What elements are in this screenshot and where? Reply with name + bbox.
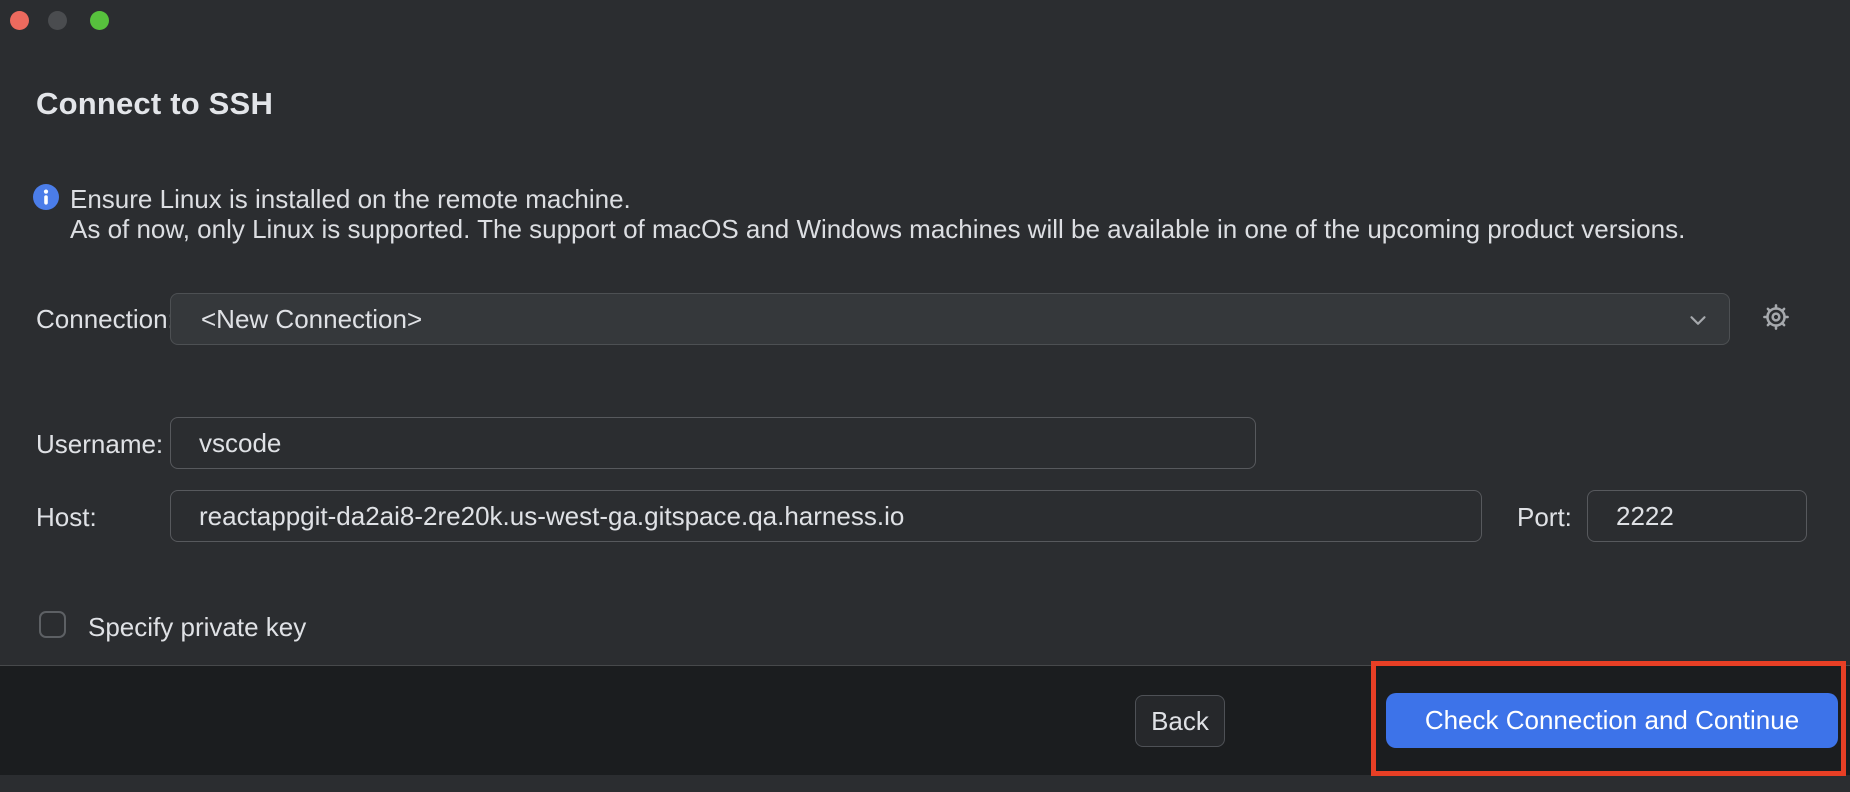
port-label: Port: [1517,502,1572,533]
zoom-button[interactable] [90,11,109,30]
host-input[interactable] [170,490,1482,542]
close-button[interactable] [10,11,29,30]
chevron-down-icon [1685,307,1711,340]
host-label: Host: [36,502,97,533]
connection-label: Connection: [36,304,175,335]
notice-line-2: As of now, only Linux is supported. The … [70,214,1685,244]
footer-bar: Back Check Connection and Continue [0,665,1850,775]
specify-private-key-checkbox[interactable] [39,611,66,638]
port-input[interactable] [1587,490,1807,542]
page-title: Connect to SSH [36,86,273,122]
connection-selected-value: <New Connection> [201,304,422,335]
connection-select[interactable]: <New Connection> [170,293,1730,345]
notice-line-1: Ensure Linux is installed on the remote … [70,184,1685,214]
minimize-button[interactable] [48,11,67,30]
info-icon [33,184,59,210]
username-label: Username: [36,429,163,460]
notice-text: Ensure Linux is installed on the remote … [70,184,1685,244]
back-button[interactable]: Back [1135,695,1225,747]
specify-private-key-label: Specify private key [88,612,306,643]
check-connection-and-continue-button[interactable]: Check Connection and Continue [1386,693,1838,748]
gear-icon[interactable] [1760,301,1792,333]
username-input[interactable] [170,417,1256,469]
